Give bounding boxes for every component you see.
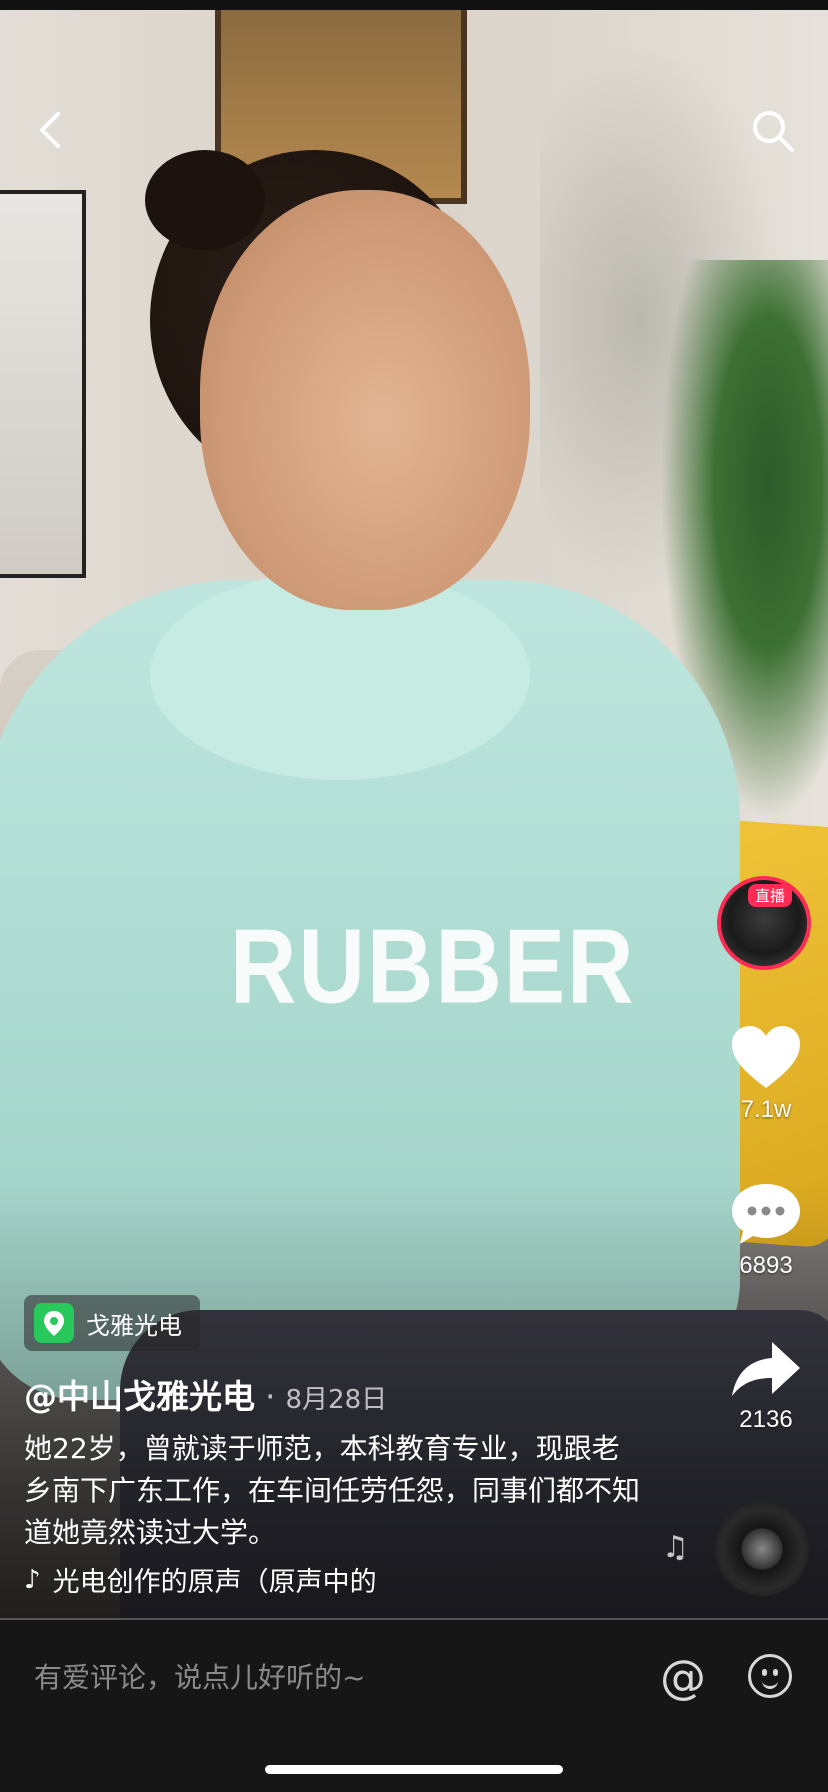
- status-bar: [0, 0, 828, 10]
- back-arrow-icon: [40, 112, 60, 148]
- back-button[interactable]: [30, 108, 70, 152]
- search-button[interactable]: [750, 108, 796, 154]
- emoji-mouth: [762, 1677, 778, 1689]
- emoji-icon[interactable]: [748, 1654, 792, 1698]
- wall-painting: [0, 190, 86, 578]
- at-icon[interactable]: @: [660, 1650, 706, 1704]
- share-button[interactable]: 2136: [721, 1336, 811, 1434]
- like-button[interactable]: 7.1w: [721, 1022, 811, 1124]
- author-row: @中山戈雅光电 · 8月28日: [24, 1370, 387, 1418]
- music-note-icon: ♫: [662, 1530, 689, 1565]
- share-count: 2136: [739, 1406, 793, 1433]
- person-face: [200, 190, 530, 610]
- like-count: 7.1w: [740, 1096, 792, 1123]
- music-info[interactable]: ♪ 光电创作的原声（原声中的: [24, 1560, 434, 1599]
- location-tag[interactable]: 戈雅光电: [24, 1295, 200, 1351]
- location-label: 戈雅光电: [86, 1311, 182, 1340]
- comment-button[interactable]: 6893: [721, 1178, 811, 1280]
- home-indicator: [265, 1765, 563, 1774]
- search-icon: [753, 111, 794, 152]
- shirt-print-text: RUBBER: [230, 908, 636, 1026]
- comment-input[interactable]: 有爱评论，说点儿好听的~: [34, 1656, 365, 1696]
- heart-icon: [732, 1026, 800, 1088]
- video-description: 她22岁，曾就读于师范，本科教育专业，现跟老乡南下广东工作，在车间任劳任怨，同事…: [24, 1432, 641, 1549]
- tiktok-note-icon: ♪: [24, 1564, 41, 1595]
- music-disc[interactable]: [715, 1502, 809, 1596]
- author-date-separator: ·: [265, 1377, 276, 1416]
- author-name[interactable]: @中山戈雅光电: [24, 1370, 255, 1418]
- location-icon: [34, 1303, 74, 1343]
- hair-bun: [145, 150, 265, 250]
- post-date: 8月28日: [285, 1385, 388, 1415]
- live-badge: 直播: [748, 884, 793, 907]
- share-icon: [732, 1342, 800, 1396]
- comment-icon: [732, 1184, 800, 1244]
- comment-count: 6893: [739, 1252, 793, 1279]
- music-title: 光电创作的原声（原声中的: [52, 1567, 377, 1598]
